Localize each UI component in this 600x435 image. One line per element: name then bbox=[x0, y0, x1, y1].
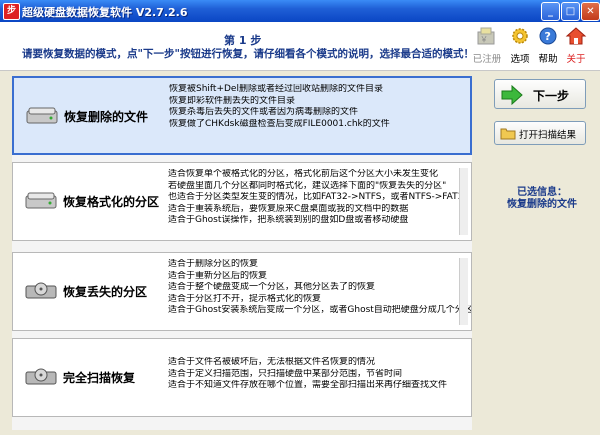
desc-line: 适合于重装系统后，要恢复原来C盘桌面或我的文档中的数据 bbox=[168, 203, 409, 214]
mode-recover-lost-partition[interactable]: 恢复丢失的分区 适合于删除分区的恢复 适合于重新分区后的恢复 适合于整个硬盘变成… bbox=[12, 252, 472, 331]
help-button[interactable]: ? 帮助 bbox=[533, 26, 563, 65]
hard-disk-icon bbox=[25, 192, 57, 209]
desc-line: 适合于定义扫描范围，只扫描硬盘中某部分范围，节省时间 bbox=[168, 368, 403, 379]
folder-icon bbox=[500, 128, 516, 140]
open-scan-result-button[interactable]: 打开扫描结果 bbox=[494, 121, 586, 145]
about-button[interactable]: 关于 bbox=[561, 26, 591, 65]
gear-icon bbox=[512, 28, 528, 44]
help-label: 帮助 bbox=[538, 54, 558, 65]
mode-list: 恢复删除的文件 恢复被Shift+Del删除或者经过回收站删除的文件目录 恢复即… bbox=[12, 76, 472, 430]
maximize-button[interactable]: □ bbox=[561, 2, 580, 21]
register-label: 已注册 bbox=[472, 54, 502, 65]
hard-disk-icon bbox=[25, 282, 57, 299]
register-button[interactable]: ￥ 已注册 bbox=[472, 26, 502, 65]
mode-label: 恢复删除的文件 bbox=[64, 110, 149, 124]
home-icon bbox=[565, 27, 587, 45]
desc-line: 恢复做了CHKdsk磁盘检查后变成FILE0001.chk的文件 bbox=[169, 118, 390, 129]
mode-label: 完全扫描恢复 bbox=[63, 371, 136, 385]
desc-line: 适合于不知道文件存放在哪个位置，需要全部扫描出来再仔细查找文件 bbox=[168, 380, 448, 390]
desc-line: 若硬盘里面几个分区都同时格式化，建议选择下面的"恢复丢失的分区" bbox=[168, 180, 447, 191]
mode-recover-formatted[interactable]: 恢复格式化的分区 适合恢复单个被格式化的分区，格式化前后这个分区大小未发生变化 … bbox=[12, 162, 472, 241]
hard-disk-icon bbox=[26, 107, 58, 124]
desc-line: 适合于删除分区的恢复 bbox=[168, 259, 259, 269]
scrollbar[interactable] bbox=[459, 168, 468, 235]
mode-label: 恢复格式化的分区 bbox=[63, 195, 160, 209]
options-label: 选项 bbox=[510, 54, 530, 65]
desc-line: 适合恢复单个被格式化的分区，格式化前后这个分区大小未发生变化 bbox=[168, 169, 439, 179]
desc-line: 恢复杀毒后丢失的文件或者因为病毒删除的文件 bbox=[169, 107, 359, 117]
mode-description: 适合于文件名被破坏后，无法根据文件名恢复的情况 适合于定义扫描范围，只扫描硬盘中… bbox=[168, 357, 471, 392]
next-step-label: 下一步 bbox=[533, 89, 570, 103]
desc-line: 恢复被Shift+Del删除或者经过回收站删除的文件目录 bbox=[169, 84, 383, 94]
options-button[interactable]: 选项 bbox=[505, 26, 535, 65]
mode-description: 适合于删除分区的恢复 适合于重新分区后的恢复 适合于整个硬盘变成一个分区，其他分… bbox=[168, 259, 472, 317]
about-label: 关于 bbox=[566, 54, 586, 65]
mode-description: 适合恢复单个被格式化的分区，格式化前后这个分区大小未发生变化 若硬盘里面几个分区… bbox=[168, 169, 471, 227]
open-scan-result-label: 打开扫描结果 bbox=[519, 130, 577, 141]
app-icon: 步 bbox=[3, 3, 20, 20]
next-step-button[interactable]: 下一步 bbox=[494, 79, 586, 109]
selected-info-title: 已选信息： bbox=[517, 187, 567, 198]
svg-text:?: ? bbox=[545, 30, 551, 43]
desc-line: 适合于Ghost误操作，把系统装到别的盘如D盘或者移动硬盘 bbox=[168, 215, 409, 225]
mode-full-scan[interactable]: 完全扫描恢复 适合于文件名被破坏后，无法根据文件名恢复的情况 适合于定义扫描范围… bbox=[12, 338, 472, 417]
register-icon: ￥ bbox=[477, 27, 495, 45]
arrow-right-icon bbox=[501, 85, 523, 105]
window-title: 超级硬盘数据恢复软件 V2.7.2.6 bbox=[22, 6, 188, 19]
mode-recover-deleted[interactable]: 恢复删除的文件 恢复被Shift+Del删除或者经过回收站删除的文件目录 恢复即… bbox=[12, 76, 472, 155]
mode-label: 恢复丢失的分区 bbox=[63, 285, 148, 299]
desc-line: 恢复即彩软件删丢失的文件目录 bbox=[169, 95, 296, 106]
svg-text:￥: ￥ bbox=[480, 35, 488, 44]
desc-line: 适合于重新分区后的恢复 bbox=[168, 270, 268, 281]
selected-info-value: 恢复删除的文件 bbox=[507, 199, 577, 210]
title-bar: 步 超级硬盘数据恢复软件 V2.7.2.6 _ □ ✕ bbox=[0, 0, 600, 22]
hard-disk-icon bbox=[25, 368, 57, 385]
desc-line: 也适合于分区类型发生变的情况，比如FAT32->NTFS，或者NTFS->FAT… bbox=[168, 192, 464, 202]
mode-description: 恢复被Shift+Del删除或者经过回收站删除的文件目录 恢复即彩软件删丢失的文… bbox=[169, 84, 470, 130]
desc-line: 适合于Ghost安装系统后变成一个分区，或者Ghost自动把硬盘分成几个分区 bbox=[168, 305, 472, 315]
minimize-button[interactable]: _ bbox=[541, 2, 560, 21]
desc-line: 适合于文件名被破坏后，无法根据文件名恢复的情况 bbox=[168, 357, 376, 367]
desc-line: 适合于整个硬盘变成一个分区，其他分区丢了的恢复 bbox=[168, 282, 376, 292]
selected-info: 已选信息： 恢复删除的文件 bbox=[490, 187, 594, 211]
desc-line: 适合于分区打不开，提示格式化的恢复 bbox=[168, 293, 322, 304]
help-icon: ? bbox=[539, 27, 557, 45]
close-button[interactable]: ✕ bbox=[581, 2, 600, 21]
scrollbar[interactable] bbox=[459, 258, 468, 325]
instruction-text: 请要恢复数据的模式，点"下一步"按钮进行恢复，请仔细看各个模式的说明，选择最合适… bbox=[22, 48, 474, 60]
